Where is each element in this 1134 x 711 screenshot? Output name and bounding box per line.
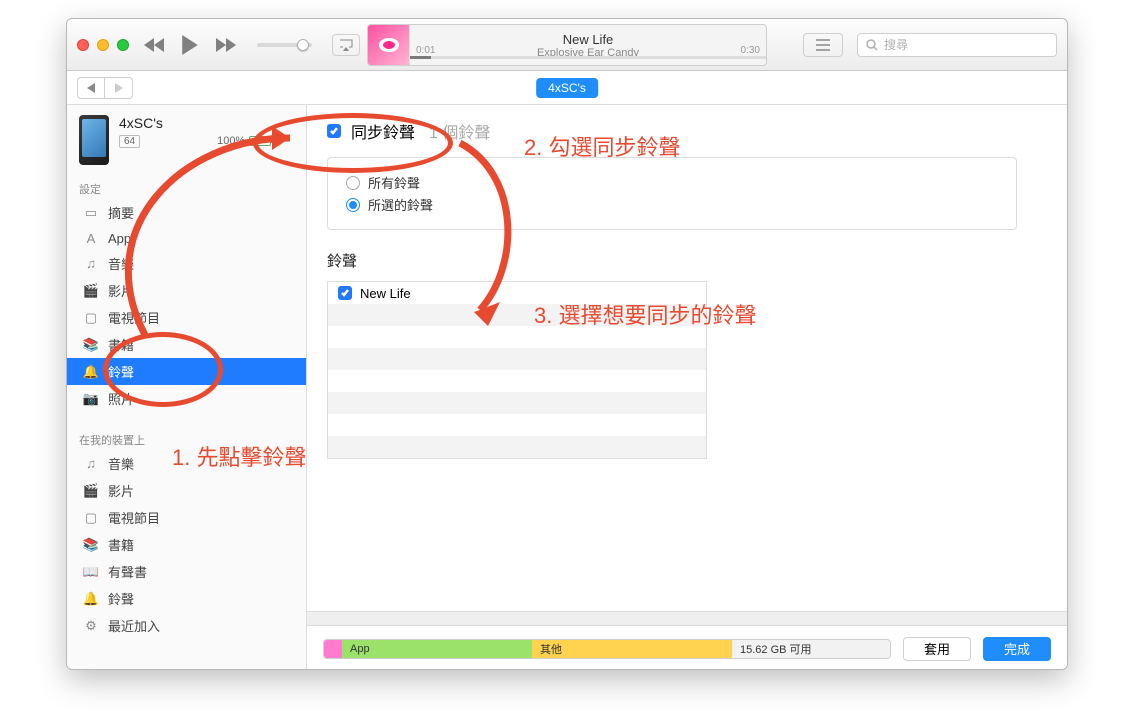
ringtones-heading: 鈴聲: [327, 250, 1047, 271]
close-button[interactable]: [77, 39, 89, 51]
radio-all-ringtones[interactable]: 所有鈴聲: [346, 173, 998, 192]
sidebar-icon: 📚: [83, 537, 99, 553]
horizontal-scrollbar[interactable]: [307, 611, 1067, 625]
progress-bar[interactable]: [410, 56, 766, 59]
now-playing-title: New Life: [410, 32, 766, 47]
sync-options-box: 所有鈴聲 所選的鈴聲: [327, 157, 1017, 230]
search-placeholder: 搜尋: [884, 36, 908, 53]
sidebar-icon: ▢: [83, 310, 99, 326]
queue-button[interactable]: [803, 33, 843, 57]
device-item-最近加入[interactable]: ⚙最近加入: [67, 612, 306, 639]
elapsed-time: 0:01: [416, 45, 435, 56]
device-capacity: 64: [119, 135, 140, 148]
device-item-書籍[interactable]: 📚書籍: [67, 531, 306, 558]
sidebar-icon: ♫: [83, 456, 99, 472]
ringtone-checkbox[interactable]: [338, 286, 352, 300]
storage-bar: App 其他 15.62 GB 可用: [323, 639, 891, 659]
device-header: 4xSC's 64 100%⚡: [67, 105, 306, 175]
sidebar-item-摘要[interactable]: ▭摘要: [67, 199, 306, 226]
media-controls: [143, 34, 360, 56]
titlebar: New Life Explosive Ear Candy 0:01 0:30 搜…: [67, 19, 1067, 71]
section-settings-label: 設定: [67, 175, 306, 199]
sidebar-item-App[interactable]: AApp: [67, 226, 306, 250]
footer: App 其他 15.62 GB 可用 套用 完成: [307, 625, 1067, 670]
play-button[interactable]: [179, 34, 201, 56]
sidebar-icon: ⚙: [83, 618, 99, 634]
search-input[interactable]: 搜尋: [857, 33, 1057, 57]
device-item-有聲書[interactable]: 📖有聲書: [67, 558, 306, 585]
breadcrumb[interactable]: 4xSC's: [536, 78, 598, 98]
total-time: 0:30: [741, 45, 760, 56]
ringtone-count: 1 個鈴聲: [429, 119, 490, 143]
sidebar: 4xSC's 64 100%⚡ 設定 ▭摘要AApp♫音樂🎬影片▢電視節目📚書籍…: [67, 105, 307, 670]
storage-app-segment: App: [342, 640, 532, 658]
sidebar-icon: 🎬: [83, 283, 99, 299]
fullscreen-button[interactable]: [117, 39, 129, 51]
sidebar-item-電視節目[interactable]: ▢電視節目: [67, 304, 306, 331]
section-device-label: 在我的裝置上: [67, 426, 306, 450]
sub-header: 4xSC's: [67, 71, 1067, 105]
sync-ringtones-checkbox[interactable]: [327, 124, 341, 138]
previous-button[interactable]: [143, 34, 165, 56]
sidebar-item-書籍[interactable]: 📚書籍: [67, 331, 306, 358]
itunes-window: New Life Explosive Ear Candy 0:01 0:30 搜…: [66, 18, 1068, 670]
device-name: 4xSC's: [119, 115, 294, 131]
battery-percent: 100%: [217, 135, 245, 147]
back-button[interactable]: [77, 77, 105, 99]
sync-ringtones-label: 同步鈴聲: [351, 119, 415, 143]
sidebar-icon: 🔔: [83, 591, 99, 607]
ringtone-row[interactable]: New Life: [328, 282, 706, 304]
airplay-button[interactable]: [332, 34, 360, 56]
sidebar-icon: 📚: [83, 337, 99, 353]
storage-other-segment: 其他: [532, 640, 732, 658]
sidebar-icon: A: [83, 230, 99, 246]
sidebar-icon: ▭: [83, 205, 99, 221]
volume-slider[interactable]: [257, 43, 312, 47]
ringtone-name: New Life: [360, 286, 411, 301]
sidebar-icon: ♫: [83, 256, 99, 272]
radio-selected-ringtones[interactable]: 所選的鈴聲: [346, 195, 998, 214]
device-item-影片[interactable]: 🎬影片: [67, 477, 306, 504]
sidebar-icon: 📖: [83, 564, 99, 580]
storage-free-segment: 15.62 GB 可用: [732, 640, 890, 658]
sidebar-icon: 🎬: [83, 483, 99, 499]
sidebar-item-照片[interactable]: 📷照片: [67, 385, 306, 412]
device-iphone-icon: [79, 115, 109, 165]
device-item-音樂[interactable]: ♫音樂: [67, 450, 306, 477]
album-art: [368, 24, 410, 66]
device-item-電視節目[interactable]: ▢電視節目: [67, 504, 306, 531]
sidebar-item-影片[interactable]: 🎬影片: [67, 277, 306, 304]
window-controls: [77, 39, 129, 51]
device-item-鈴聲[interactable]: 🔔鈴聲: [67, 585, 306, 612]
sidebar-icon: 📷: [83, 391, 99, 407]
battery-icon: [249, 136, 271, 146]
search-icon: [866, 39, 878, 51]
sidebar-item-音樂[interactable]: ♫音樂: [67, 250, 306, 277]
sidebar-icon: ▢: [83, 510, 99, 526]
main-panel: 同步鈴聲 1 個鈴聲 所有鈴聲 所選的鈴聲 鈴聲 New Life: [307, 105, 1067, 670]
done-button[interactable]: 完成: [983, 637, 1051, 661]
now-playing-lcd: New Life Explosive Ear Candy 0:01 0:30: [367, 24, 767, 66]
apply-button[interactable]: 套用: [903, 637, 971, 661]
forward-button[interactable]: [105, 77, 133, 99]
next-button[interactable]: [215, 34, 237, 56]
minimize-button[interactable]: [97, 39, 109, 51]
sidebar-item-鈴聲[interactable]: 🔔鈴聲: [67, 358, 306, 385]
ringtones-list: New Life: [327, 281, 707, 459]
sidebar-icon: 🔔: [83, 364, 99, 380]
